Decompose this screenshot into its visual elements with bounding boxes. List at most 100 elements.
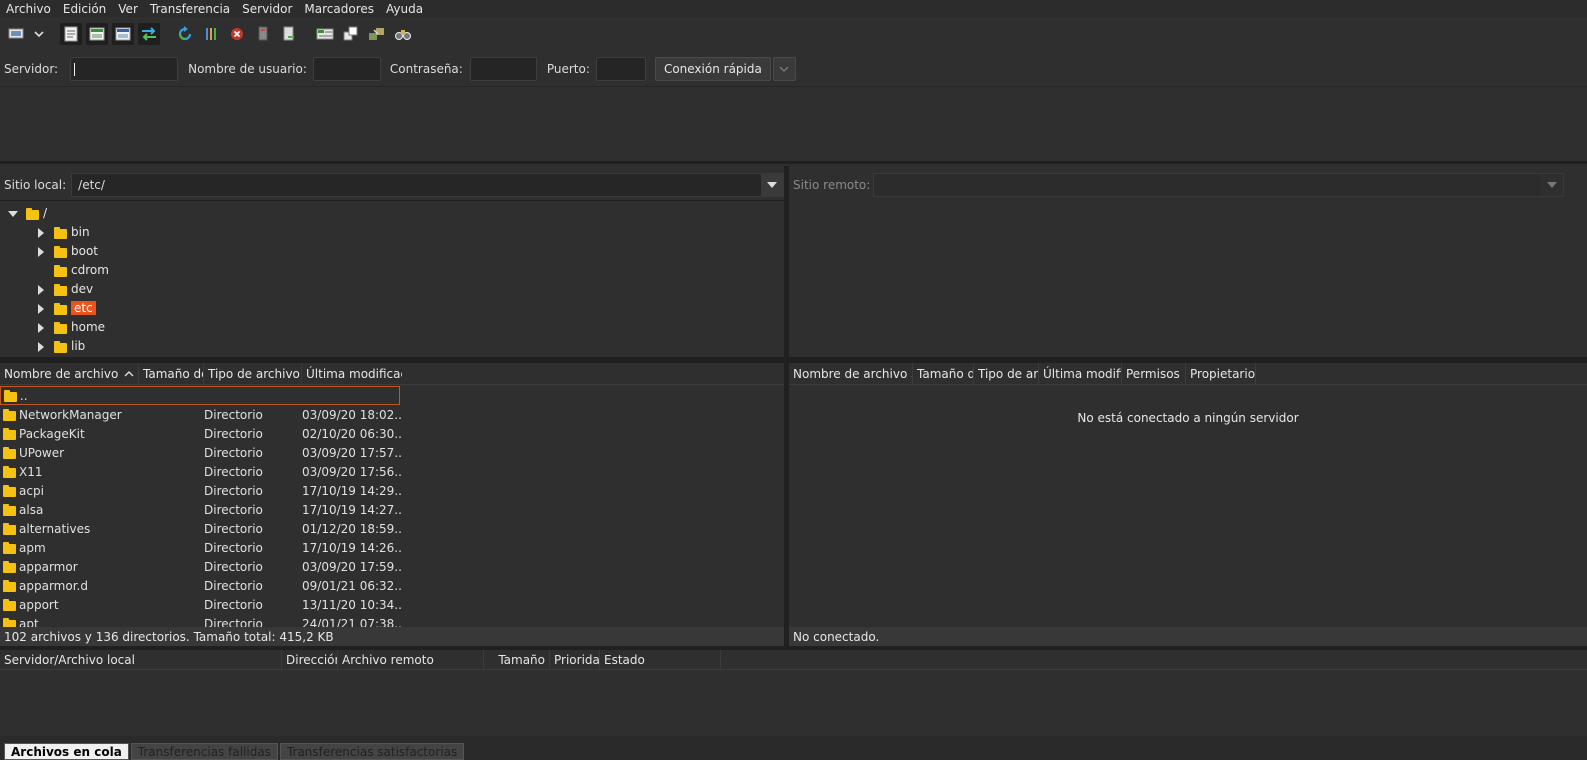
tab-failed-transfers[interactable]: Transferencias fallidas (130, 743, 278, 760)
tree-node[interactable]: lib (0, 337, 784, 356)
process-queue-icon[interactable] (200, 23, 222, 45)
collapsed-arrow-icon[interactable] (37, 285, 45, 295)
tab-successful-transfers[interactable]: Transferencias satisfactorias (279, 743, 465, 760)
menu-servidor[interactable]: Servidor (236, 2, 298, 16)
collapsed-arrow-icon[interactable] (37, 228, 45, 238)
local-tree-toggle-icon[interactable] (86, 23, 108, 45)
tree-node-label: lib (71, 339, 86, 353)
col-remote-file[interactable]: Archivo remoto (338, 650, 484, 669)
folder-icon (54, 303, 67, 315)
tree-node[interactable]: dev (0, 280, 784, 299)
file-row[interactable]: apparmor Directorio 03/09/20 17:59... (0, 557, 784, 576)
file-type: Directorio (204, 578, 263, 593)
col-owner[interactable]: Propietario/ (1186, 363, 1256, 384)
menu-marcadores[interactable]: Marcadores (298, 2, 380, 16)
file-row[interactable]: apm Directorio 17/10/19 14:26... (0, 538, 784, 557)
file-name: X11 (19, 464, 43, 479)
col-priority[interactable]: Priorida (550, 650, 600, 669)
site-manager-dropdown-icon[interactable] (32, 23, 46, 45)
transfer-queue-toggle-icon[interactable] (138, 23, 160, 45)
file-row[interactable]: .. (0, 386, 400, 405)
tree-node[interactable]: etc (0, 299, 784, 318)
file-row[interactable]: UPower Directorio 03/09/20 17:57... (0, 443, 784, 462)
find-files-icon[interactable] (392, 23, 414, 45)
menu-edicion[interactable]: Edición (57, 2, 112, 16)
col-filetype[interactable]: Tipo de archivo (204, 363, 302, 384)
tree-node[interactable]: bin (0, 223, 784, 242)
folder-icon (26, 208, 39, 220)
file-row[interactable]: NetworkManager Directorio 03/09/20 18:02..… (0, 405, 784, 424)
col-filesize[interactable]: Tamaño de (139, 363, 204, 384)
tree-node[interactable]: / (0, 204, 784, 223)
reconnect-icon[interactable] (278, 23, 300, 45)
directory-listing-filters-icon[interactable] (314, 23, 336, 45)
chevron-down-icon[interactable] (761, 174, 783, 196)
col-filetype[interactable]: Tipo de arc (974, 363, 1039, 384)
menu-archivo[interactable]: Archivo (0, 2, 57, 16)
file-type: Directorio (204, 483, 263, 498)
col-lastmodified[interactable]: Última modificac (302, 363, 402, 384)
file-row[interactable]: apport Directorio 13/11/20 10:34... (0, 595, 784, 614)
folder-icon (3, 446, 16, 459)
local-status-line: 102 archivos y 136 directorios. Tamaño t… (0, 627, 784, 646)
col-filename[interactable]: Nombre de archivo (789, 363, 913, 384)
file-type: Directorio (204, 540, 263, 555)
site-manager-icon[interactable] (6, 23, 28, 45)
collapsed-arrow-icon[interactable] (37, 323, 45, 333)
quickconnect-history-button[interactable] (772, 57, 796, 81)
file-type: Directorio (204, 521, 263, 536)
message-log-toggle-icon[interactable] (60, 23, 82, 45)
tree-node[interactable]: home (0, 318, 784, 337)
file-row[interactable]: apparmor.d Directorio 09/01/21 06:32... (0, 576, 784, 595)
host-input[interactable] (70, 57, 179, 81)
col-filesize[interactable]: Tamaño d (913, 363, 974, 384)
synchronized-browsing-icon[interactable] (366, 23, 388, 45)
chevron-down-icon[interactable] (1541, 174, 1564, 196)
file-type: Directorio (204, 426, 263, 441)
username-label: Nombre de usuario: (188, 62, 307, 76)
file-row[interactable]: acpi Directorio 17/10/19 14:29... (0, 481, 784, 500)
col-size[interactable]: Tamaño (484, 650, 550, 669)
password-input[interactable] (469, 57, 537, 81)
file-type: Directorio (204, 559, 263, 574)
tree-node[interactable]: cdrom (0, 261, 784, 280)
collapsed-arrow-icon[interactable] (37, 247, 45, 257)
collapsed-arrow-icon[interactable] (37, 304, 45, 314)
refresh-icon[interactable] (174, 23, 196, 45)
col-status[interactable]: Estado (600, 650, 721, 669)
cancel-operation-icon[interactable] (226, 23, 248, 45)
folder-icon (3, 560, 16, 573)
local-path-combo[interactable]: /etc/ (71, 173, 784, 197)
message-log (0, 86, 1587, 164)
collapsed-arrow-icon[interactable] (37, 342, 45, 352)
tree-node-label: boot (71, 244, 99, 258)
expanded-arrow-icon[interactable] (8, 210, 18, 218)
col-filename[interactable]: Nombre de archivo (0, 363, 139, 384)
directory-comparison-icon[interactable] (340, 23, 362, 45)
file-row[interactable]: X11 Directorio 03/09/20 17:56... (0, 462, 784, 481)
local-site-bar: Sitio local: /etc/ (0, 170, 784, 200)
file-type: Directorio (204, 445, 263, 460)
local-path-value: /etc/ (78, 178, 105, 192)
username-input[interactable] (312, 57, 381, 81)
file-row[interactable]: alsa Directorio 17/10/19 14:27... (0, 500, 784, 519)
port-input[interactable] (595, 57, 646, 81)
menu-transferencia[interactable]: Transferencia (144, 2, 236, 16)
tree-node[interactable]: boot (0, 242, 784, 261)
remote-path-combo[interactable] (873, 173, 1565, 197)
folder-icon (54, 341, 67, 353)
col-local-file[interactable]: Servidor/Archivo local (0, 650, 282, 669)
menu-ayuda[interactable]: Ayuda (380, 2, 429, 16)
tab-queued-files[interactable]: Archivos en cola (4, 743, 129, 760)
file-row[interactable]: apt Directorio 24/01/21 07:38... (0, 614, 784, 627)
col-lastmodified[interactable]: Última modifi (1039, 363, 1122, 384)
col-direction[interactable]: Dirección (282, 650, 338, 669)
file-row[interactable]: PackageKit Directorio 02/10/20 06:30... (0, 424, 784, 443)
quickconnect-button[interactable]: Conexión rápida (654, 57, 771, 81)
quickconnect-bar: Servidor: Nombre de usuario: Contraseña:… (0, 55, 1587, 83)
col-permissions[interactable]: Permisos (1122, 363, 1186, 384)
disconnect-icon[interactable] (252, 23, 274, 45)
file-row[interactable]: alternatives Directorio 01/12/20 18:59... (0, 519, 784, 538)
remote-tree-toggle-icon[interactable] (112, 23, 134, 45)
menu-ver[interactable]: Ver (112, 2, 144, 16)
